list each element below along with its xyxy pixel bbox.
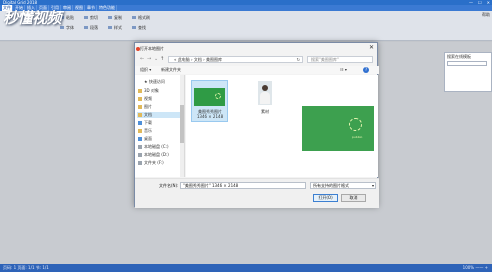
file-thumbnail[interactable]: [194, 88, 225, 106]
nav-drive-c[interactable]: 本地磁盘 (C:): [137, 144, 181, 150]
forward-arrow-icon[interactable]: →: [147, 57, 151, 62]
portrait-body: [260, 92, 270, 104]
nav-item-label: 3D 对象: [144, 88, 159, 93]
nav-desktop[interactable]: 桌面: [137, 136, 181, 142]
open-image-dialog: 打开本地图片 ✕ ← → ⌄ ↑ « 此电脑 › 文档 › 美图图库 ↻ 搜索"…: [134, 42, 379, 208]
breadcrumb[interactable]: « 此电脑 › 文档 › 美图图库: [174, 57, 222, 63]
nav-item-label: 视频: [144, 96, 152, 101]
drive-icon: [138, 153, 142, 157]
ribbon-toolbar: 粘贴 剪切 复制 格式刷 字体 段落 样式 查找 帮助: [0, 11, 492, 41]
ribbon-styles-button[interactable]: 样式: [108, 25, 122, 30]
status-text: 页码: 1 页面: 1/1 节: 1/1: [3, 265, 49, 270]
back-arrow-icon[interactable]: ←: [140, 57, 144, 62]
folder-icon: [138, 89, 142, 93]
navigation-row: ← → ⌄ ↑ « 此电脑 › 文档 › 美图图库 ↻ 搜索"美图图库": [135, 54, 379, 65]
drive-icon: [138, 161, 142, 165]
nav-item-label: 下载: [144, 120, 152, 125]
new-folder-button[interactable]: 新建文件夹: [161, 66, 181, 74]
recent-locations-icon[interactable]: ⌄: [154, 57, 158, 62]
filename-field[interactable]: "美图秀秀图片" 1346 × 2148: [180, 182, 306, 189]
template-side-panel: 搜索在线模板: [444, 52, 492, 92]
nav-item-label: 桌面: [144, 136, 152, 141]
document-icon: [138, 113, 142, 117]
ribbon-font-button[interactable]: 字体: [60, 25, 74, 30]
ribbon-format-painter-button[interactable]: 格式刷: [132, 15, 150, 20]
chevron-down-icon: ▾: [371, 183, 374, 188]
search-input[interactable]: 搜索"美图图库": [307, 56, 373, 63]
nav-item-label: 本地磁盘 (C:): [144, 144, 169, 149]
refresh-icon[interactable]: ↻: [297, 57, 300, 63]
portrait-head: [262, 85, 268, 91]
nav-item-label: ★ 快速访问: [144, 79, 165, 84]
file-thumbnail[interactable]: [258, 81, 272, 105]
help-link[interactable]: 帮助: [482, 12, 490, 17]
nav-drive-f[interactable]: 文件夹 (F:): [137, 160, 181, 166]
nav-item-label: 图片: [144, 104, 152, 109]
ribbon-paste-button[interactable]: 粘贴: [60, 15, 74, 20]
music-icon: [138, 129, 142, 133]
watermark-logo: 秒懂视频: [3, 9, 62, 27]
nav-documents[interactable]: 文档: [137, 112, 181, 118]
drive-icon: [138, 145, 142, 149]
nav-downloads[interactable]: 下载: [137, 120, 181, 126]
nav-pane-scrollbar[interactable]: [180, 75, 184, 177]
picture-icon: [138, 105, 142, 109]
preview-graphic: [349, 118, 362, 131]
file-type-value: 所有支持的图片格式: [313, 183, 349, 188]
download-icon: [138, 121, 142, 125]
open-button[interactable]: 打开(O): [313, 194, 338, 202]
template-search-input[interactable]: [447, 61, 487, 66]
filename-label: 文件名(N):: [159, 183, 179, 188]
nav-videos[interactable]: 视频: [137, 96, 181, 102]
nav-drive-d[interactable]: 本地磁盘 (D:): [137, 152, 181, 158]
organize-button[interactable]: 组织 ▾: [140, 66, 151, 74]
preview-brand-text: pubbio: [352, 135, 363, 139]
desktop-icon: [138, 137, 142, 141]
nav-item-label: 文档: [144, 112, 152, 117]
address-bar[interactable]: « 此电脑 › 文档 › 美图图库 ↻: [168, 56, 303, 63]
scrollbar-thumb[interactable]: [180, 105, 184, 143]
up-arrow-icon[interactable]: ↑: [160, 57, 164, 62]
ribbon-paragraph-button[interactable]: 段落: [84, 25, 98, 30]
dialog-title: 打开本地图片: [140, 46, 164, 51]
file-size: 1346 × 2148: [196, 114, 224, 119]
image-preview: pubbio: [302, 106, 374, 151]
nav-quick-access[interactable]: ★ 快速访问: [137, 79, 181, 85]
cancel-button[interactable]: 取消: [341, 194, 366, 202]
thumbnail-graphic: [215, 93, 221, 99]
dialog-footer: 文件名(N): "美图秀秀图片" 1346 × 2148 所有支持的图片格式 ▾…: [135, 178, 379, 208]
nav-item-label: 本地磁盘 (D:): [144, 152, 169, 157]
view-options-icon[interactable]: ☷ ▾: [340, 66, 347, 74]
nav-3d-objects[interactable]: 3D 对象: [137, 88, 181, 94]
zoom-control[interactable]: 100% —— +: [463, 264, 488, 272]
file-type-select[interactable]: 所有支持的图片格式 ▾: [310, 182, 376, 189]
navigation-pane: ★ 快速访问 3D 对象 视频 图片 文档 下载 音乐 桌面 本地磁盘 (C:)…: [135, 75, 185, 177]
help-icon[interactable]: ?: [363, 67, 369, 73]
nav-music[interactable]: 音乐: [137, 128, 181, 134]
nav-pictures[interactable]: 图片: [137, 104, 181, 110]
ribbon-find-button[interactable]: 查找: [132, 25, 146, 30]
side-panel-title: 搜索在线模板: [447, 54, 471, 59]
nav-item-label: 音乐: [144, 128, 152, 133]
ribbon-cut-button[interactable]: 剪切: [84, 15, 98, 20]
status-bar: 页码: 1 页面: 1/1 节: 1/1 100% —— +: [0, 264, 492, 272]
nav-item-label: 文件夹 (F:): [144, 160, 164, 165]
ribbon-copy-button[interactable]: 复制: [108, 15, 122, 20]
file-name: 素材: [261, 109, 269, 114]
close-icon[interactable]: ✕: [369, 45, 374, 51]
video-icon: [138, 97, 142, 101]
dialog-toolbar: 组织 ▾ 新建文件夹 ☷ ▾ ?: [135, 66, 379, 74]
